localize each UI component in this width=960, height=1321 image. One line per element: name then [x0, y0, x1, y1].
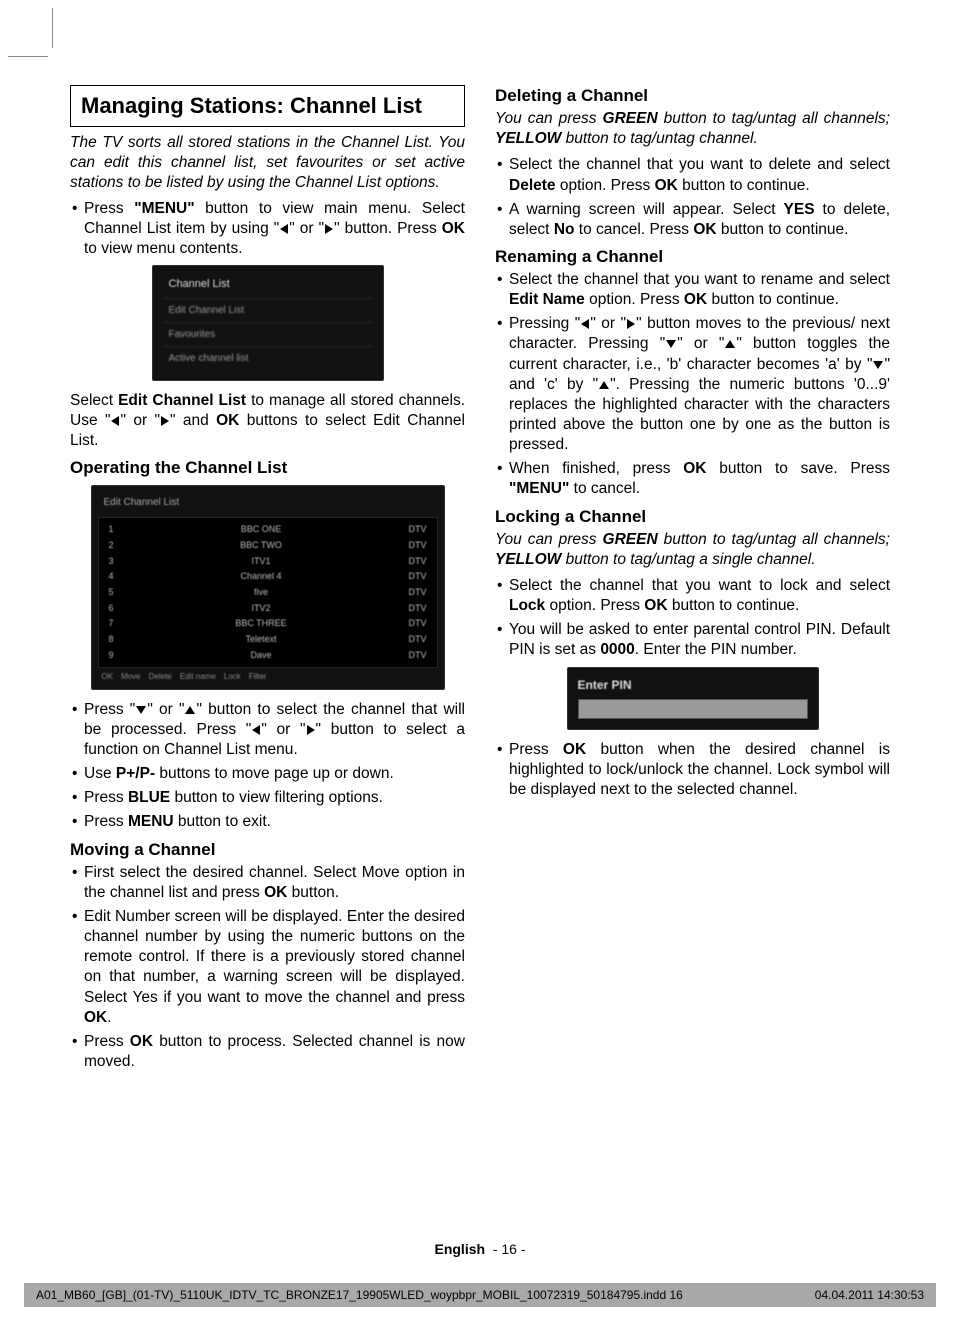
- menu-item: Edit Channel List: [163, 298, 373, 322]
- body-text: Select Edit Channel List to manage all s…: [70, 391, 465, 451]
- bullet-item: Use P+/P- buttons to move page up or dow…: [70, 764, 465, 784]
- table-row: 8TeletextDTV: [105, 632, 431, 648]
- down-arrow-icon: [666, 340, 676, 348]
- up-arrow-icon: [185, 706, 195, 714]
- intro-text: You can press GREEN button to tag/untag …: [495, 530, 890, 570]
- channel-list-menu-screenshot: Channel List Edit Channel List Favourite…: [152, 265, 384, 380]
- bullet-item: A warning screen will appear. Select YES…: [495, 200, 890, 240]
- screenshot-body: 1BBC ONEDTV 2BBC TWODTV 3ITV1DTV 4Channe…: [98, 517, 438, 668]
- content-columns: Managing Stations: Channel List The TV s…: [70, 85, 890, 1221]
- table-row: 3ITV1DTV: [105, 554, 431, 570]
- indesign-footer-bar: A01_MB60_[GB]_(01-TV)_5110UK_IDTV_TC_BRO…: [24, 1283, 936, 1307]
- left-column: Managing Stations: Channel List The TV s…: [70, 85, 465, 1221]
- up-arrow-icon: [725, 340, 735, 348]
- table-row: 1BBC ONEDTV: [105, 522, 431, 538]
- up-arrow-icon: [599, 381, 609, 389]
- table-row: 2BBC TWODTV: [105, 538, 431, 554]
- bullet-item: Press "" or "" button to select the chan…: [70, 700, 465, 760]
- pin-label: Enter PIN: [578, 678, 808, 700]
- bullet-list: Select the channel that you want to lock…: [495, 576, 890, 661]
- bullet-item: Press BLUE button to view filtering opti…: [70, 788, 465, 808]
- table-row: 5fiveDTV: [105, 585, 431, 601]
- footer-language: English: [434, 1241, 485, 1257]
- bullet-item: First select the desired channel. Select…: [70, 863, 465, 903]
- subheading: Locking a Channel: [495, 506, 890, 528]
- bullet-item: Press OK button when the desired channel…: [495, 740, 890, 800]
- table-row: 4Channel 4DTV: [105, 569, 431, 585]
- pin-input-bar: [578, 699, 808, 719]
- right-arrow-icon: [161, 416, 169, 426]
- intro-text: You can press GREEN button to tag/untag …: [495, 109, 890, 149]
- table-row: 9DaveDTV: [105, 648, 431, 664]
- menu-item: Favourites: [163, 322, 373, 346]
- edit-channel-list-screenshot: Edit Channel List 1BBC ONEDTV 2BBC TWODT…: [91, 485, 445, 690]
- left-arrow-icon: [581, 319, 589, 329]
- screenshot-footer: OK Move Delete Edit name Lock Filter: [98, 668, 438, 682]
- subheading: Deleting a Channel: [495, 85, 890, 107]
- bullet-item: Press MENU button to exit.: [70, 812, 465, 832]
- bullet-item: Select the channel that you want to lock…: [495, 576, 890, 616]
- bullet-item: Select the channel that you want to dele…: [495, 155, 890, 195]
- bullet-item: Press "MENU" button to view main menu. S…: [70, 199, 465, 259]
- subheading: Operating the Channel List: [70, 457, 465, 479]
- bullet-item: Edit Number screen will be displayed. En…: [70, 907, 465, 1028]
- bullet-item: Select the channel that you want to rena…: [495, 270, 890, 310]
- bullet-list: First select the desired channel. Select…: [70, 863, 465, 1072]
- indd-timestamp: 04.04.2011 14:30:53: [815, 1288, 924, 1302]
- left-arrow-icon: [252, 725, 260, 735]
- menu-title: Channel List: [163, 274, 373, 297]
- table-row: 7BBC THREEDTV: [105, 616, 431, 632]
- subheading: Renaming a Channel: [495, 246, 890, 268]
- table-row: 6ITV2DTV: [105, 601, 431, 617]
- page: { "title": "Managing Stations: Channel L…: [0, 0, 960, 1321]
- bullet-item: You will be asked to enter parental cont…: [495, 620, 890, 660]
- bullet-item: Pressing "" or "" button moves to the pr…: [495, 314, 890, 455]
- page-footer: English - 16 -: [0, 1241, 960, 1257]
- bullet-item: When finished, press OK button to save. …: [495, 459, 890, 499]
- right-arrow-icon: [325, 224, 333, 234]
- intro-text: The TV sorts all stored stations in the …: [70, 133, 465, 193]
- subheading: Moving a Channel: [70, 839, 465, 861]
- right-arrow-icon: [307, 725, 315, 735]
- section-title-box: Managing Stations: Channel List: [70, 85, 465, 127]
- bullet-list: Select the channel that you want to rena…: [495, 270, 890, 500]
- left-arrow-icon: [280, 224, 288, 234]
- menu-item: Active channel list: [163, 346, 373, 370]
- left-arrow-icon: [111, 416, 119, 426]
- bullet-list: Press "MENU" button to view main menu. S…: [70, 199, 465, 259]
- footer-page-number: - 16 -: [493, 1241, 526, 1257]
- down-arrow-icon: [873, 361, 883, 369]
- section-title: Managing Stations: Channel List: [81, 92, 454, 120]
- bullet-list: Press "" or "" button to select the chan…: [70, 700, 465, 833]
- right-arrow-icon: [627, 319, 635, 329]
- crop-mark-vertical: [52, 8, 53, 48]
- bullet-list: Press OK button when the desired channel…: [495, 740, 890, 800]
- bullet-item: Press OK button to process. Selected cha…: [70, 1032, 465, 1072]
- right-column: Deleting a Channel You can press GREEN b…: [495, 85, 890, 1221]
- enter-pin-screenshot: Enter PIN: [567, 667, 819, 731]
- crop-mark-horizontal: [8, 56, 48, 57]
- screenshot-header: Edit Channel List: [98, 492, 438, 513]
- bullet-list: Select the channel that you want to dele…: [495, 155, 890, 240]
- down-arrow-icon: [136, 706, 146, 714]
- indd-filename: A01_MB60_[GB]_(01-TV)_5110UK_IDTV_TC_BRO…: [36, 1288, 683, 1302]
